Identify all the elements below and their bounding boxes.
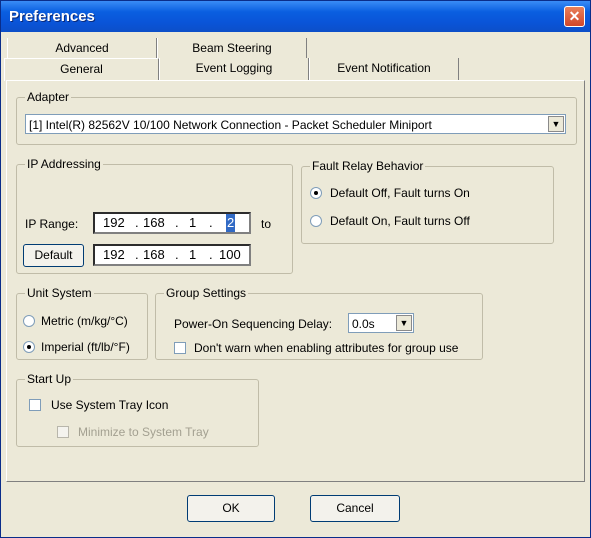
delay-label: Power-On Sequencing Delay: [174, 317, 333, 331]
delay-value: 0.0s [352, 317, 375, 331]
tab-label: Beam Steering [192, 41, 272, 55]
ip-octet: 192 [103, 247, 125, 262]
ip-addressing-legend: IP Addressing [27, 157, 101, 171]
dont-warn-label[interactable]: Don't warn when enabling attributes for … [194, 341, 458, 355]
ip-octet: 100 [219, 247, 241, 262]
tab-label: Event Logging [195, 61, 273, 75]
ip-range-start-input[interactable]: 192 . 168 . 1 . 2 [93, 212, 251, 234]
close-icon[interactable]: ✕ [564, 6, 585, 27]
fault-relay-option-2-radio[interactable] [310, 215, 322, 227]
chevron-down-icon[interactable]: ▼ [548, 116, 564, 132]
ip-octet-selected: 2 [226, 214, 236, 232]
ip-range-end-input[interactable]: 192 . 168 . 1 . 100 [93, 244, 251, 266]
startup-group: Start Up Use System Tray Icon Minimize t… [16, 372, 259, 447]
dont-warn-checkbox[interactable] [174, 342, 186, 354]
adapter-select[interactable]: [1] Intel(R) 82562V 10/100 Network Conne… [25, 114, 566, 134]
unit-system-group: Unit System Metric (m/kg/°C) Imperial (f… [16, 286, 148, 360]
to-label: to [261, 217, 272, 231]
tab-label: Advanced [55, 41, 109, 55]
ip-octet: 168 [143, 215, 165, 230]
cancel-button[interactable]: Cancel [310, 495, 400, 522]
startup-legend: Start Up [27, 372, 72, 386]
adapter-selected-value: [1] Intel(R) 82562V 10/100 Network Conne… [29, 118, 432, 132]
ip-octet: 192 [103, 215, 125, 230]
tab-event-notification[interactable]: Event Notification [309, 58, 459, 80]
ip-octet: 168 [143, 247, 165, 262]
preferences-window: Preferences ✕ Advanced Beam Steering Gen… [0, 0, 591, 538]
ip-addressing-group: IP Addressing IP Range: 192 . 168 . 1 . … [16, 157, 293, 274]
fault-relay-option-1-radio[interactable] [310, 187, 322, 199]
use-tray-checkbox[interactable] [29, 399, 41, 411]
title-bar[interactable]: Preferences ✕ [1, 1, 590, 32]
fault-relay-legend: Fault Relay Behavior [312, 159, 424, 173]
tab-general[interactable]: General [4, 58, 159, 81]
tab-beam-steering[interactable]: Beam Steering [157, 38, 307, 60]
group-settings-legend: Group Settings [166, 286, 247, 300]
adapter-legend: Adapter [27, 90, 70, 104]
minimize-tray-checkbox[interactable] [57, 426, 69, 438]
tab-label: General [60, 62, 103, 76]
delay-select[interactable]: 0.0s ▼ [348, 313, 414, 333]
tab-row-front: General Event Logging Event Notification [4, 58, 459, 81]
unit-system-legend: Unit System [27, 286, 92, 300]
tab-advanced[interactable]: Advanced [7, 38, 157, 60]
minimize-tray-label: Minimize to System Tray [78, 425, 209, 439]
ip-range-label: IP Range: [25, 217, 79, 231]
metric-label[interactable]: Metric (m/kg/°C) [41, 314, 128, 328]
imperial-radio[interactable] [23, 341, 35, 353]
ip-octet: 1 [189, 215, 197, 230]
tab-row-back: Advanced Beam Steering [7, 38, 307, 60]
window-title: Preferences [9, 8, 95, 25]
chevron-down-icon[interactable]: ▼ [396, 315, 412, 331]
metric-radio[interactable] [23, 315, 35, 327]
group-settings-group: Group Settings Power-On Sequencing Delay… [155, 286, 483, 360]
adapter-group: Adapter [1] Intel(R) 82562V 10/100 Netwo… [16, 90, 577, 145]
tab-event-logging[interactable]: Event Logging [159, 58, 309, 80]
fault-relay-group: Fault Relay Behavior Default Off, Fault … [301, 159, 554, 244]
fault-relay-option-2-label[interactable]: Default On, Fault turns Off [330, 214, 470, 228]
use-tray-label[interactable]: Use System Tray Icon [51, 398, 168, 412]
ok-button[interactable]: OK [187, 495, 275, 522]
fault-relay-option-1-label[interactable]: Default Off, Fault turns On [330, 186, 470, 200]
default-button[interactable]: Default [23, 244, 84, 267]
tab-label: Event Notification [337, 61, 431, 75]
imperial-label[interactable]: Imperial (ft/lb/°F) [41, 340, 130, 354]
ip-octet: 1 [189, 247, 197, 262]
general-tab-panel: Adapter [1] Intel(R) 82562V 10/100 Netwo… [6, 80, 585, 482]
